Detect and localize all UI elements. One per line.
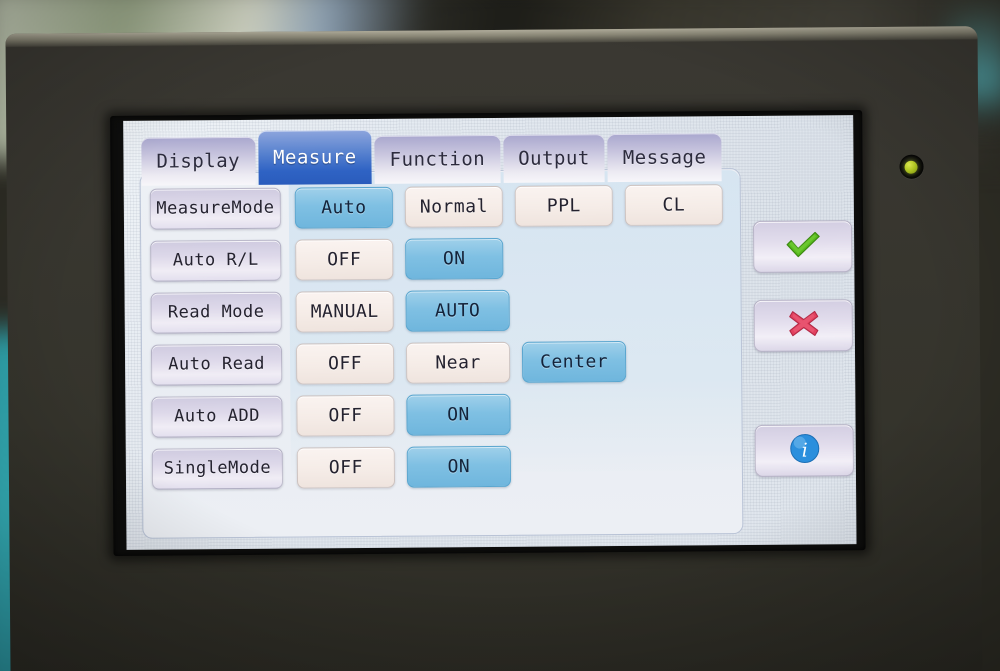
table-row: MeasureMode Auto Normal PPL CL bbox=[149, 178, 740, 235]
table-row: Read Mode MANUAL AUTO bbox=[150, 282, 740, 339]
info-icon: i bbox=[788, 432, 820, 468]
tab-function[interactable]: Function bbox=[374, 134, 501, 184]
tab-measure[interactable]: Measure bbox=[257, 129, 372, 185]
row-label-auto-rl: Auto R/L bbox=[150, 239, 282, 282]
option-label: Center bbox=[539, 350, 609, 373]
option-auto-read-off[interactable]: OFF bbox=[295, 342, 395, 385]
option-auto-rl-on[interactable]: ON bbox=[405, 237, 504, 280]
row-label-text: Auto ADD bbox=[173, 405, 261, 427]
option-label: ON bbox=[442, 247, 466, 269]
screen-bezel: Display Measure Function Output Message … bbox=[110, 110, 866, 556]
option-auto-read-near[interactable]: Near bbox=[405, 341, 511, 384]
option-label: Auto bbox=[321, 196, 367, 218]
option-label: MANUAL bbox=[310, 300, 379, 322]
row-label-text: MeasureMode bbox=[156, 197, 275, 219]
table-row: Auto R/L OFF ON bbox=[150, 230, 740, 287]
row-label-text: Auto R/L bbox=[172, 249, 259, 271]
option-singlemode-off[interactable]: OFF bbox=[296, 446, 396, 489]
table-row: Auto ADD OFF ON bbox=[151, 386, 741, 443]
row-label-singlemode: SingleMode bbox=[151, 447, 284, 490]
option-read-mode-manual[interactable]: MANUAL bbox=[295, 290, 394, 333]
row-label-read-mode: Read Mode bbox=[150, 291, 282, 334]
option-auto-read-center[interactable]: Center bbox=[521, 340, 627, 383]
tab-label: Display bbox=[156, 149, 241, 173]
tab-label: Message bbox=[622, 146, 707, 169]
tab-label: Output bbox=[518, 147, 590, 170]
info-button[interactable]: i bbox=[754, 424, 854, 477]
tab-bar: Display Measure Function Output Message bbox=[141, 127, 722, 186]
power-led-well bbox=[899, 154, 924, 179]
settings-rows: MeasureMode Auto Normal PPL CL Auto R/L … bbox=[141, 169, 743, 495]
row-label-text: Read Mode bbox=[167, 301, 265, 323]
option-label: ON bbox=[447, 403, 470, 425]
row-label-text: SingleMode bbox=[163, 457, 272, 479]
table-row: Auto Read OFF Near Center bbox=[150, 334, 741, 391]
option-measuremode-auto[interactable]: Auto bbox=[294, 186, 394, 229]
tab-message[interactable]: Message bbox=[607, 133, 722, 183]
tab-output[interactable]: Output bbox=[502, 134, 605, 183]
option-auto-rl-off[interactable]: OFF bbox=[295, 238, 394, 281]
option-label: ON bbox=[447, 455, 471, 477]
option-label: CL bbox=[662, 193, 686, 216]
device-housing: Display Measure Function Output Message … bbox=[5, 26, 983, 671]
tab-display[interactable]: Display bbox=[141, 136, 256, 186]
option-label: OFF bbox=[327, 352, 363, 374]
option-read-mode-auto[interactable]: AUTO bbox=[405, 289, 510, 332]
row-label-auto-add: Auto ADD bbox=[151, 395, 283, 438]
option-singlemode-on[interactable]: ON bbox=[406, 445, 512, 488]
option-label: Normal bbox=[419, 195, 488, 218]
check-icon bbox=[783, 229, 823, 263]
photograph: Display Measure Function Output Message … bbox=[0, 0, 1000, 671]
option-measuremode-ppl[interactable]: PPL bbox=[514, 184, 614, 227]
lcd-screen: Display Measure Function Output Message … bbox=[123, 115, 857, 550]
option-label: OFF bbox=[327, 248, 362, 270]
svg-text:i: i bbox=[801, 440, 807, 462]
confirm-button[interactable] bbox=[752, 220, 853, 273]
row-label-measuremode: MeasureMode bbox=[149, 187, 282, 230]
option-label: PPL bbox=[546, 194, 581, 217]
row-label-text: Auto Read bbox=[168, 353, 265, 375]
power-led bbox=[904, 160, 918, 174]
option-label: OFF bbox=[328, 456, 363, 478]
option-label: Near bbox=[435, 351, 481, 373]
option-measuremode-cl[interactable]: CL bbox=[624, 183, 724, 226]
option-label: OFF bbox=[328, 404, 363, 426]
option-auto-add-off[interactable]: OFF bbox=[296, 394, 395, 437]
action-button-column: i bbox=[752, 220, 854, 504]
row-label-auto-read: Auto Read bbox=[150, 343, 283, 386]
option-auto-add-on[interactable]: ON bbox=[406, 393, 511, 436]
option-measuremode-normal[interactable]: Normal bbox=[404, 185, 504, 228]
option-label: AUTO bbox=[434, 299, 481, 321]
settings-panel: MeasureMode Auto Normal PPL CL Auto R/L … bbox=[139, 168, 744, 539]
tab-label: Function bbox=[389, 148, 486, 171]
cross-icon bbox=[786, 308, 820, 342]
tab-label: Measure bbox=[272, 146, 357, 169]
cancel-button[interactable] bbox=[753, 299, 854, 352]
table-row: SingleMode OFF ON bbox=[151, 438, 742, 495]
